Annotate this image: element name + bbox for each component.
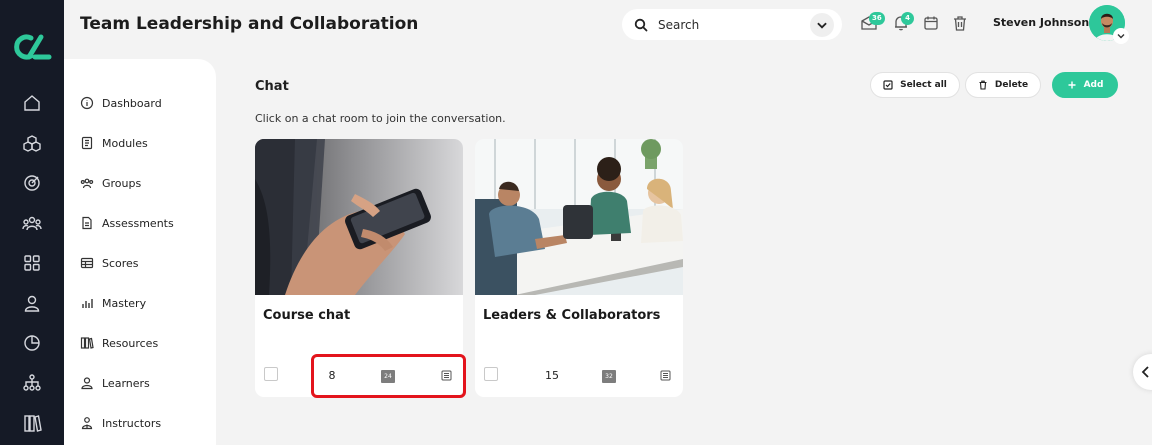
sidebar-item-label: Groups (102, 176, 142, 190)
sidebar-item-assessments[interactable]: Assessments (80, 213, 174, 233)
user-icon (81, 377, 93, 390)
sidebar-item-groups[interactable]: Groups (80, 173, 141, 193)
delete-button[interactable]: Delete (965, 72, 1041, 98)
sidebar-item-label: Scores (102, 256, 139, 270)
sidebar-item-label: Dashboard (102, 96, 162, 110)
chat-room-card[interactable]: Leaders & Collaborators 15 32 (475, 139, 683, 397)
list-icon[interactable] (660, 370, 671, 381)
library-icon[interactable] (22, 413, 42, 433)
sidebar-item-label: Modules (102, 136, 148, 150)
section-title: Chat (255, 79, 289, 94)
add-label: Add (1083, 80, 1104, 90)
chat-room-checkbox[interactable] (484, 367, 498, 381)
modules-icon[interactable] (22, 133, 42, 153)
user-icon[interactable] (22, 293, 42, 313)
chevron-down-icon (817, 22, 827, 29)
sidebar-item-label: Learners (102, 376, 150, 390)
notifications-badge: 4 (901, 12, 914, 25)
sidebar-item-learners[interactable]: Learners (80, 373, 150, 393)
section-hint: Click on a chat room to join the convers… (255, 112, 506, 125)
calendar-icon[interactable] (922, 14, 940, 32)
trash-icon (979, 80, 987, 90)
chat-room-count: 15 (545, 369, 559, 382)
account-menu-button[interactable] (1113, 28, 1129, 44)
groups-icon[interactable] (22, 213, 42, 233)
app-rail (0, 0, 64, 445)
bar-chart-icon (82, 299, 93, 308)
panel-toggle-button[interactable] (1133, 354, 1152, 390)
sidebar-item-mastery[interactable]: Mastery (80, 293, 146, 313)
pie-chart-icon[interactable] (22, 333, 42, 353)
chat-room-image (475, 139, 683, 295)
document-icon (82, 216, 92, 230)
sidebar-item-label: Instructors (102, 416, 162, 430)
target-icon[interactable] (22, 173, 42, 193)
add-button[interactable]: Add (1052, 72, 1118, 98)
messages-badge: 36 (869, 12, 885, 25)
book-icon (81, 136, 93, 150)
search-placeholder[interactable]: Search (658, 18, 810, 32)
sidebar-item-label: Assessments (102, 216, 174, 230)
chat-room-title: Leaders & Collaborators (483, 308, 661, 323)
sidebar-item-modules[interactable]: Modules (80, 133, 148, 153)
sidebar-item-label: Mastery (102, 296, 147, 310)
user-name[interactable]: Steven Johnson (993, 16, 1089, 29)
table-icon (80, 257, 94, 269)
app-logo[interactable] (11, 32, 53, 62)
sidebar-item-resources[interactable]: Resources (80, 333, 158, 353)
delete-label: Delete (994, 80, 1029, 90)
select-all-label: Select all (900, 80, 947, 90)
chevron-left-icon (1141, 366, 1149, 378)
grid-icon[interactable] (22, 253, 42, 273)
chevron-down-icon (1117, 34, 1125, 39)
plus-icon (1068, 81, 1076, 89)
search-bar[interactable]: Search (622, 9, 842, 40)
search-dropdown-button[interactable] (810, 12, 834, 37)
sidebar-item-label: Resources (102, 336, 159, 350)
chat-room-checkbox[interactable] (264, 367, 278, 381)
page-title: Team Leadership and Collaboration (80, 14, 419, 34)
chat-room-title: Course chat (263, 308, 351, 323)
course-sidebar: Dashboard Modules Groups Assessments Sco… (64, 59, 216, 445)
instructor-icon (81, 417, 93, 430)
library-icon (80, 337, 94, 349)
sidebar-item-instructors[interactable]: Instructors (80, 413, 161, 433)
sidebar-item-dashboard[interactable]: Dashboard (80, 93, 162, 113)
chat-room-image (255, 139, 463, 295)
home-icon[interactable] (22, 93, 42, 113)
checkbox-icon (883, 80, 893, 90)
select-all-button[interactable]: Select all (870, 72, 960, 98)
groups-icon (80, 178, 94, 189)
highlight-box (311, 354, 466, 398)
hierarchy-icon[interactable] (22, 373, 42, 393)
sidebar-item-scores[interactable]: Scores (80, 253, 139, 273)
chat-room-badge: 32 (602, 370, 616, 383)
search-icon (634, 18, 648, 31)
info-icon (80, 96, 94, 110)
trash-icon[interactable] (951, 14, 969, 32)
